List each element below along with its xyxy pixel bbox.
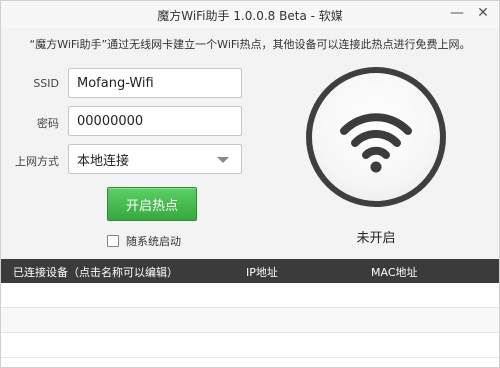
password-input[interactable]: 00000000 [68, 106, 242, 136]
autostart-checkbox[interactable] [107, 235, 119, 247]
hotspot-status-text: 未开启 [356, 231, 396, 246]
app-window: 魔方WiFi助手 1.0.0.8 Beta - 软媒 — ✕ “魔方WiFi助手… [0, 0, 500, 368]
column-header-mac: MAC地址 [371, 266, 418, 279]
window-title: 魔方WiFi助手 1.0.0.8 Beta - 软媒 [157, 9, 343, 23]
title-bar[interactable]: 魔方WiFi助手 1.0.0.8 Beta - 软媒 — ✕ [1, 1, 499, 28]
chevron-down-icon [217, 157, 229, 163]
hotspot-toggle[interactable] [306, 67, 446, 207]
start-hotspot-button[interactable]: 开启热点 [107, 187, 197, 221]
network-mode-select[interactable]: 本地连接 [68, 144, 242, 174]
table-row [1, 333, 499, 358]
ssid-value: Mofang-Wifi [77, 75, 154, 91]
ssid-input[interactable]: Mofang-Wifi [68, 68, 242, 98]
ssid-label: SSID [33, 77, 59, 90]
column-header-device: 已连接设备（点击名称可以编辑） [13, 266, 178, 279]
autostart-label: 随系统启动 [126, 235, 181, 248]
table-row [1, 308, 499, 333]
autostart-option[interactable]: 随系统启动 [107, 234, 181, 248]
wifi-icon [340, 113, 412, 173]
devices-table-header: 已连接设备（点击名称可以编辑） IP地址 MAC地址 [1, 259, 499, 283]
password-value: 00000000 [77, 113, 144, 129]
password-label: 密码 [37, 117, 59, 130]
devices-table-body [1, 283, 499, 367]
wifi-status-badge [312, 73, 440, 201]
minimize-button[interactable]: — [447, 4, 467, 22]
network-mode-value: 本地连接 [77, 153, 130, 169]
network-mode-label: 上网方式 [15, 155, 59, 168]
description-text: “魔方WiFi助手”通过无线网卡建立一个WiFi热点，其他设备可以连接此热点进行… [29, 38, 471, 51]
table-row [1, 283, 499, 308]
close-button[interactable]: ✕ [473, 4, 493, 22]
column-header-ip: IP地址 [246, 266, 278, 279]
